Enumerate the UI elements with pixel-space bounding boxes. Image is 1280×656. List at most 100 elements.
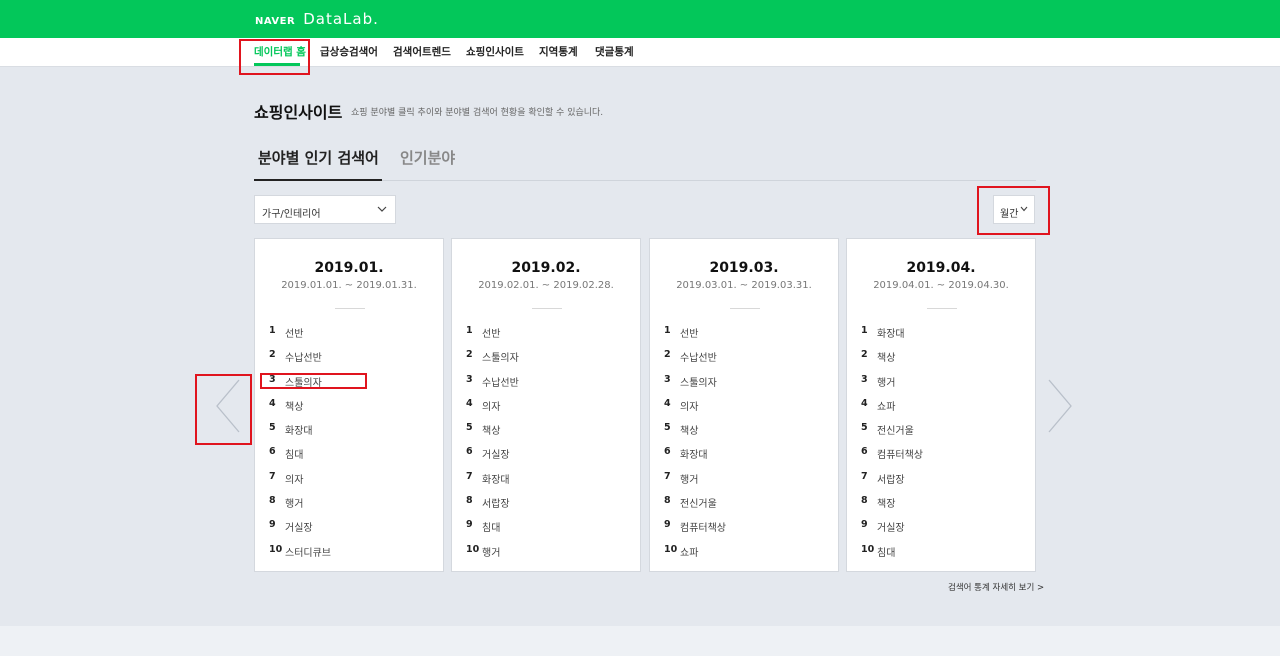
keyword-rank-item[interactable]: 2 스툴의자 xyxy=(466,349,519,373)
month-card: 2019.01. 2019.01.01. ~ 2019.01.31. 1 선반 2… xyxy=(254,238,444,572)
keyword-rank-item[interactable]: 9 거실장 xyxy=(269,519,331,543)
keyword-text: 침대 xyxy=(877,547,896,559)
keyword-text: 서랍장 xyxy=(482,499,510,511)
keyword-rank-item[interactable]: 10 쇼파 xyxy=(664,544,726,568)
keyword-text: 책상 xyxy=(285,401,304,413)
keyword-text: 스터디큐브 xyxy=(285,547,331,559)
rank-number: 7 xyxy=(861,470,868,482)
keyword-rank-list: 1 화장대 2 책상 3 행거 4 쇼파 5 전신거울 6 컴퓨터책상 7 서랍장 8 책장 9… xyxy=(861,325,923,568)
keyword-rank-list: 1 선반 2 수납선반 3 스툴의자 4 책상 5 화장대 6 침대 7 의자 8 행거 9 거실… xyxy=(269,325,331,568)
rank-number: 6 xyxy=(861,446,868,458)
keyword-rank-item[interactable]: 6 침대 xyxy=(269,446,331,470)
rank-number: 8 xyxy=(861,495,868,507)
keyword-rank-item[interactable]: 6 화장대 xyxy=(664,446,726,470)
keyword-rank-item[interactable]: 4 쇼파 xyxy=(861,398,923,422)
prev-arrow-chevron-left-icon[interactable] xyxy=(213,378,241,434)
keyword-rank-item[interactable]: 8 책장 xyxy=(861,495,923,519)
nav-item-search-trend[interactable]: 검색어트렌드 xyxy=(393,44,451,59)
keyword-rank-item[interactable]: 10 침대 xyxy=(861,544,923,568)
tab-active-indicator xyxy=(254,179,382,181)
card-date-range: 2019.01.01. ~ 2019.01.31. xyxy=(281,280,417,291)
keyword-rank-item[interactable]: 10 행거 xyxy=(466,544,519,568)
keyword-rank-item[interactable]: 7 서랍장 xyxy=(861,471,923,495)
rank-number: 7 xyxy=(664,470,671,482)
keyword-text: 화장대 xyxy=(482,474,510,486)
rank-number: 7 xyxy=(466,470,473,482)
rank-number: 8 xyxy=(269,495,276,507)
keyword-text: 스툴의자 xyxy=(482,353,519,365)
keyword-stats-detail-link[interactable]: 검색어 통계 자세히 보기 > xyxy=(948,581,1044,593)
chevron-down-icon xyxy=(377,206,387,212)
keyword-text: 침대 xyxy=(482,523,501,535)
keyword-rank-item[interactable]: 10 스터디큐브 xyxy=(269,544,331,568)
keyword-rank-item[interactable]: 5 책상 xyxy=(664,422,726,446)
keyword-rank-item[interactable]: 9 거실장 xyxy=(861,519,923,543)
keyword-rank-item[interactable]: 8 서랍장 xyxy=(466,495,519,519)
datalab-logo[interactable]: NAVER DataLab. xyxy=(255,10,379,28)
rank-number: 10 xyxy=(269,543,283,555)
keyword-rank-item[interactable]: 4 책상 xyxy=(269,398,331,422)
keyword-text: 책상 xyxy=(482,426,501,438)
keyword-rank-item[interactable]: 2 수납선반 xyxy=(269,349,331,373)
nav-item-datalab-home[interactable]: 데이터랩 홈 xyxy=(254,44,306,59)
keyword-rank-item[interactable]: 8 행거 xyxy=(269,495,331,519)
tab-popular-keywords[interactable]: 분야별 인기 검색어 xyxy=(258,147,379,168)
keyword-text: 의자 xyxy=(285,474,304,486)
keyword-rank-item[interactable]: 7 행거 xyxy=(664,471,726,495)
keyword-text: 선반 xyxy=(680,329,699,340)
period-select[interactable]: 월간 xyxy=(993,195,1035,224)
card-month: 2019.04. xyxy=(906,260,976,276)
keyword-rank-item[interactable]: 3 스툴의자 xyxy=(269,374,331,398)
keyword-rank-item[interactable]: 5 책상 xyxy=(466,422,519,446)
keyword-text: 컴퓨터책상 xyxy=(680,523,726,535)
keyword-rank-item[interactable]: 4 의자 xyxy=(664,398,726,422)
keyword-rank-item[interactable]: 5 전신거울 xyxy=(861,422,923,446)
keyword-text: 행거 xyxy=(482,547,501,559)
rank-number: 10 xyxy=(861,543,875,555)
keyword-rank-item[interactable]: 6 컴퓨터책상 xyxy=(861,446,923,470)
rank-number: 10 xyxy=(466,543,480,555)
keyword-rank-item[interactable]: 3 수납선반 xyxy=(466,374,519,398)
rank-number: 7 xyxy=(269,470,276,482)
keyword-rank-item[interactable]: 1 화장대 xyxy=(861,325,923,349)
rank-number: 8 xyxy=(466,495,473,507)
nav-item-rising-keywords[interactable]: 급상승검색어 xyxy=(320,44,378,59)
keyword-rank-item[interactable]: 4 의자 xyxy=(466,398,519,422)
keyword-rank-item[interactable]: 6 거실장 xyxy=(466,446,519,470)
keyword-rank-item[interactable]: 2 수납선반 xyxy=(664,349,726,373)
keyword-text: 의자 xyxy=(680,401,699,413)
keyword-rank-item[interactable]: 1 선반 xyxy=(269,325,331,349)
keyword-rank-item[interactable]: 7 화장대 xyxy=(466,471,519,495)
next-arrow-chevron-right-icon[interactable] xyxy=(1047,378,1075,434)
card-divider xyxy=(927,308,957,309)
nav-item-shopping-insight[interactable]: 쇼핑인사이트 xyxy=(466,44,524,59)
keyword-rank-item[interactable]: 5 화장대 xyxy=(269,422,331,446)
nav-item-comment-stats[interactable]: 댓글통계 xyxy=(595,44,634,59)
keyword-rank-item[interactable]: 8 전신거울 xyxy=(664,495,726,519)
keyword-text: 거실장 xyxy=(482,450,510,462)
keyword-rank-item[interactable]: 9 컴퓨터책상 xyxy=(664,519,726,543)
keyword-rank-list: 1 선반 2 스툴의자 3 수납선반 4 의자 5 책상 6 거실장 7 화장대 8 서랍장 9… xyxy=(466,325,519,568)
category-select[interactable]: 가구/인테리어 xyxy=(254,195,396,224)
keyword-text: 쇼파 xyxy=(680,547,699,559)
keyword-rank-item[interactable]: 9 침대 xyxy=(466,519,519,543)
category-select-value: 가구/인테리어 xyxy=(262,209,321,220)
rank-number: 1 xyxy=(466,325,473,336)
keyword-text: 스툴의자 xyxy=(680,377,717,389)
nav-item-regional-stats[interactable]: 지역통계 xyxy=(539,44,578,59)
footer-band xyxy=(0,626,1280,656)
keyword-text: 수납선반 xyxy=(680,353,717,365)
keyword-rank-item[interactable]: 1 선반 xyxy=(466,325,519,349)
keyword-rank-item[interactable]: 7 의자 xyxy=(269,471,331,495)
keyword-rank-item[interactable]: 2 책상 xyxy=(861,349,923,373)
keyword-rank-item[interactable]: 3 행거 xyxy=(861,374,923,398)
top-header-bar: NAVER DataLab. xyxy=(0,0,1280,38)
tab-popular-categories[interactable]: 인기분야 xyxy=(400,147,455,168)
rank-number: 10 xyxy=(664,543,678,555)
rank-number: 4 xyxy=(664,397,671,409)
rank-number: 2 xyxy=(269,349,276,361)
keyword-rank-item[interactable]: 1 선반 xyxy=(664,325,726,349)
keyword-rank-list: 1 선반 2 수납선반 3 스툴의자 4 의자 5 책상 6 화장대 7 행거 8 전신거울 9… xyxy=(664,325,726,568)
keyword-rank-item[interactable]: 3 스툴의자 xyxy=(664,374,726,398)
rank-number: 4 xyxy=(269,397,276,409)
